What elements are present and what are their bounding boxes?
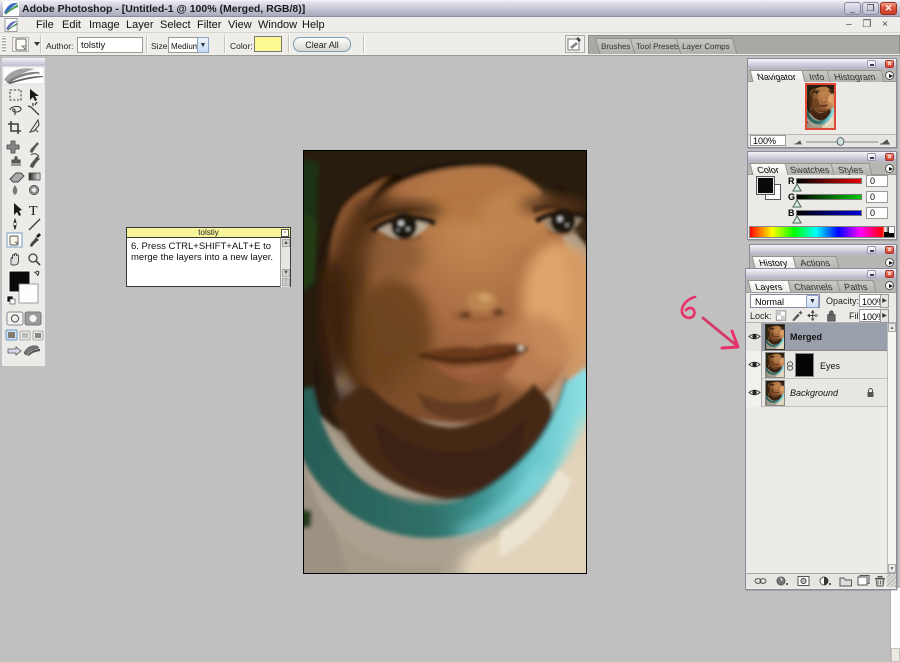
svg-text:T: T (29, 204, 38, 219)
